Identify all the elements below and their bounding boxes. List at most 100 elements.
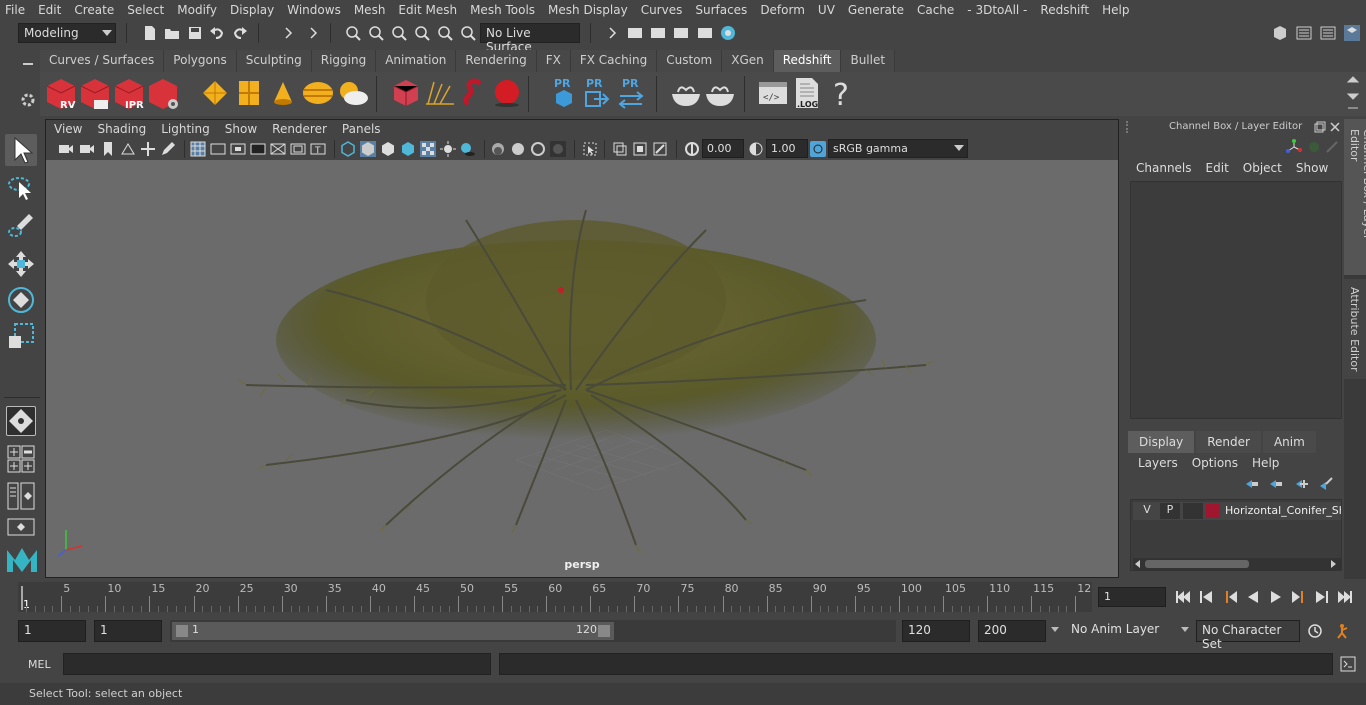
layer-row[interactable]: V P Horizontal_Conifer_Sh (1133, 502, 1341, 520)
undo-icon[interactable] (209, 25, 225, 41)
playback-end-field[interactable]: 120 (902, 620, 970, 642)
redo-icon[interactable] (232, 25, 248, 41)
channel-menu-channels[interactable]: Channels (1136, 161, 1192, 175)
motion-blur-icon[interactable] (510, 141, 526, 157)
shelf-tab-xgen[interactable]: XGen (722, 50, 774, 72)
shelf-menu-icon[interactable] (20, 56, 36, 72)
shelf-tab-redshift[interactable]: Redshift (773, 50, 842, 72)
field-chart-icon[interactable] (270, 141, 286, 157)
time-ruler[interactable]: 1 5 10 15 20 25 30 35 40 45 50 55 60 65 70 75 80 85 90 95 1… (18, 582, 1092, 612)
layer-color-swatch[interactable] (1206, 504, 1220, 518)
layer-menu-options[interactable]: Options (1192, 456, 1238, 470)
select-by-component-icon[interactable] (391, 25, 407, 41)
script-editor-icon[interactable] (1340, 656, 1356, 672)
viewport-menu-show[interactable]: Show (225, 122, 257, 136)
speed-icon[interactable] (1306, 139, 1322, 155)
camera-attributes-icon[interactable] (79, 141, 95, 157)
horizontal-scrollbar[interactable] (1133, 558, 1341, 570)
range-slider-bar[interactable]: 1 120 (172, 622, 614, 640)
redshift-ies-light-icon[interactable] (302, 78, 334, 108)
shelf-tab-polygons[interactable]: Polygons (164, 50, 237, 72)
anim-layer-select[interactable]: No Anim Layer (1066, 620, 1176, 642)
rotate-tool[interactable] (5, 284, 37, 316)
menu-create[interactable]: Create (74, 3, 114, 17)
menu-surfaces[interactable]: Surfaces (695, 3, 747, 17)
step-forward-key-icon[interactable] (1291, 589, 1307, 605)
auto-key-icon[interactable] (1307, 623, 1323, 639)
redshift-light-portal-icon[interactable] (234, 78, 264, 108)
bookmark-icon[interactable] (100, 141, 116, 157)
redshift-volume-icon[interactable] (460, 78, 490, 108)
go-to-start-icon[interactable] (1175, 589, 1191, 605)
safe-title-icon[interactable]: T (310, 141, 326, 157)
smooth-shade-icon[interactable] (360, 141, 376, 157)
view-transform-select[interactable]: sRGB gamma (828, 139, 968, 158)
layer-name[interactable]: Horizontal_Conifer_Sh (1225, 504, 1341, 517)
shelf-tab-sculpting[interactable]: Sculpting (236, 50, 312, 72)
open-scene-icon[interactable] (164, 25, 180, 41)
gear-icon[interactable] (20, 92, 36, 108)
paint-select-tool[interactable] (5, 210, 37, 242)
snap-point-icon[interactable] (460, 25, 476, 41)
redshift-ipr-icon[interactable]: IPR (112, 76, 146, 112)
anti-aliasing-icon[interactable] (530, 141, 546, 157)
code-script-icon[interactable]: </> (758, 78, 788, 108)
redshift-sphere-icon[interactable] (492, 78, 522, 108)
redshift-light-area-icon[interactable] (200, 78, 230, 108)
menu-mesh-display[interactable]: Mesh Display (548, 3, 628, 17)
step-forward-frame-icon[interactable] (1314, 589, 1330, 605)
new-layer-selected-icon[interactable] (1318, 476, 1334, 492)
layer-visibility-toggle[interactable]: V (1137, 503, 1157, 519)
grid-icon[interactable] (190, 141, 206, 157)
drag-handle-icon[interactable] (1126, 121, 1134, 133)
menu-mesh[interactable]: Mesh (354, 3, 386, 17)
playback-start-field[interactable]: 1 (94, 620, 162, 642)
live-surface-field[interactable]: No Live Surface (480, 23, 580, 54)
shadows-icon[interactable] (460, 141, 476, 157)
layout-outliner-icon[interactable] (7, 482, 35, 510)
menu-redshift[interactable]: Redshift (1040, 3, 1089, 17)
menu-mesh-tools[interactable]: Mesh Tools (470, 3, 535, 17)
layer-playback-toggle[interactable]: P (1160, 503, 1180, 519)
modeling-toolkit-icon[interactable] (1296, 25, 1312, 41)
playhead[interactable] (21, 586, 23, 610)
snap-curve-icon[interactable] (437, 25, 453, 41)
chevron-down-icon[interactable] (1181, 627, 1189, 632)
layout-four-view-icon[interactable] (7, 445, 35, 473)
viewport-menu-view[interactable]: View (54, 122, 82, 136)
camera-select-icon[interactable] (58, 141, 74, 157)
character-set-select[interactable]: No Character Set (1196, 620, 1300, 651)
new-layer-icon[interactable] (1294, 476, 1310, 492)
scale-tool[interactable] (5, 320, 37, 352)
manipulator-icon[interactable] (1286, 139, 1302, 155)
play-forwards-icon[interactable] (1268, 589, 1284, 605)
menu-curves[interactable]: Curves (641, 3, 683, 17)
redshift-dome-light-icon[interactable] (336, 78, 370, 108)
two-d-pan-zoom-icon[interactable] (140, 141, 156, 157)
grease-pencil-icon[interactable] (160, 141, 176, 157)
render-view-icon[interactable] (627, 25, 643, 41)
channel-menu-object[interactable]: Object (1243, 161, 1282, 175)
shelf-tab-rendering[interactable]: Rendering (456, 50, 537, 72)
redshift-settings-icon[interactable] (146, 76, 180, 112)
pr-proxy-export-icon[interactable]: PR (550, 76, 578, 112)
viewport-menu-panels[interactable]: Panels (342, 122, 381, 136)
range-start-handle[interactable] (176, 625, 188, 637)
color-management-icon[interactable] (810, 141, 826, 157)
menu-help[interactable]: Help (1102, 3, 1129, 17)
xray-active-icon[interactable] (632, 141, 648, 157)
render-settings-icon[interactable] (697, 25, 713, 41)
shelf-tab-custom[interactable]: Custom (657, 50, 723, 72)
layout-single-icon[interactable] (7, 518, 35, 536)
xray-joints-icon[interactable] (652, 141, 668, 157)
menu-edit[interactable]: Edit (38, 3, 61, 17)
wireframe-icon[interactable] (340, 141, 356, 157)
current-frame-field[interactable]: 1 (1098, 587, 1166, 607)
viewport-menu-shading[interactable]: Shading (97, 122, 146, 136)
select-by-object-icon[interactable] (368, 25, 384, 41)
tab-attribute-editor[interactable]: Attribute Editor (1344, 279, 1366, 379)
log-file-icon[interactable]: .LOG (792, 76, 822, 110)
save-scene-icon[interactable] (187, 25, 203, 41)
step-back-key-icon[interactable] (1222, 589, 1238, 605)
menu-cache[interactable]: Cache (917, 3, 954, 17)
